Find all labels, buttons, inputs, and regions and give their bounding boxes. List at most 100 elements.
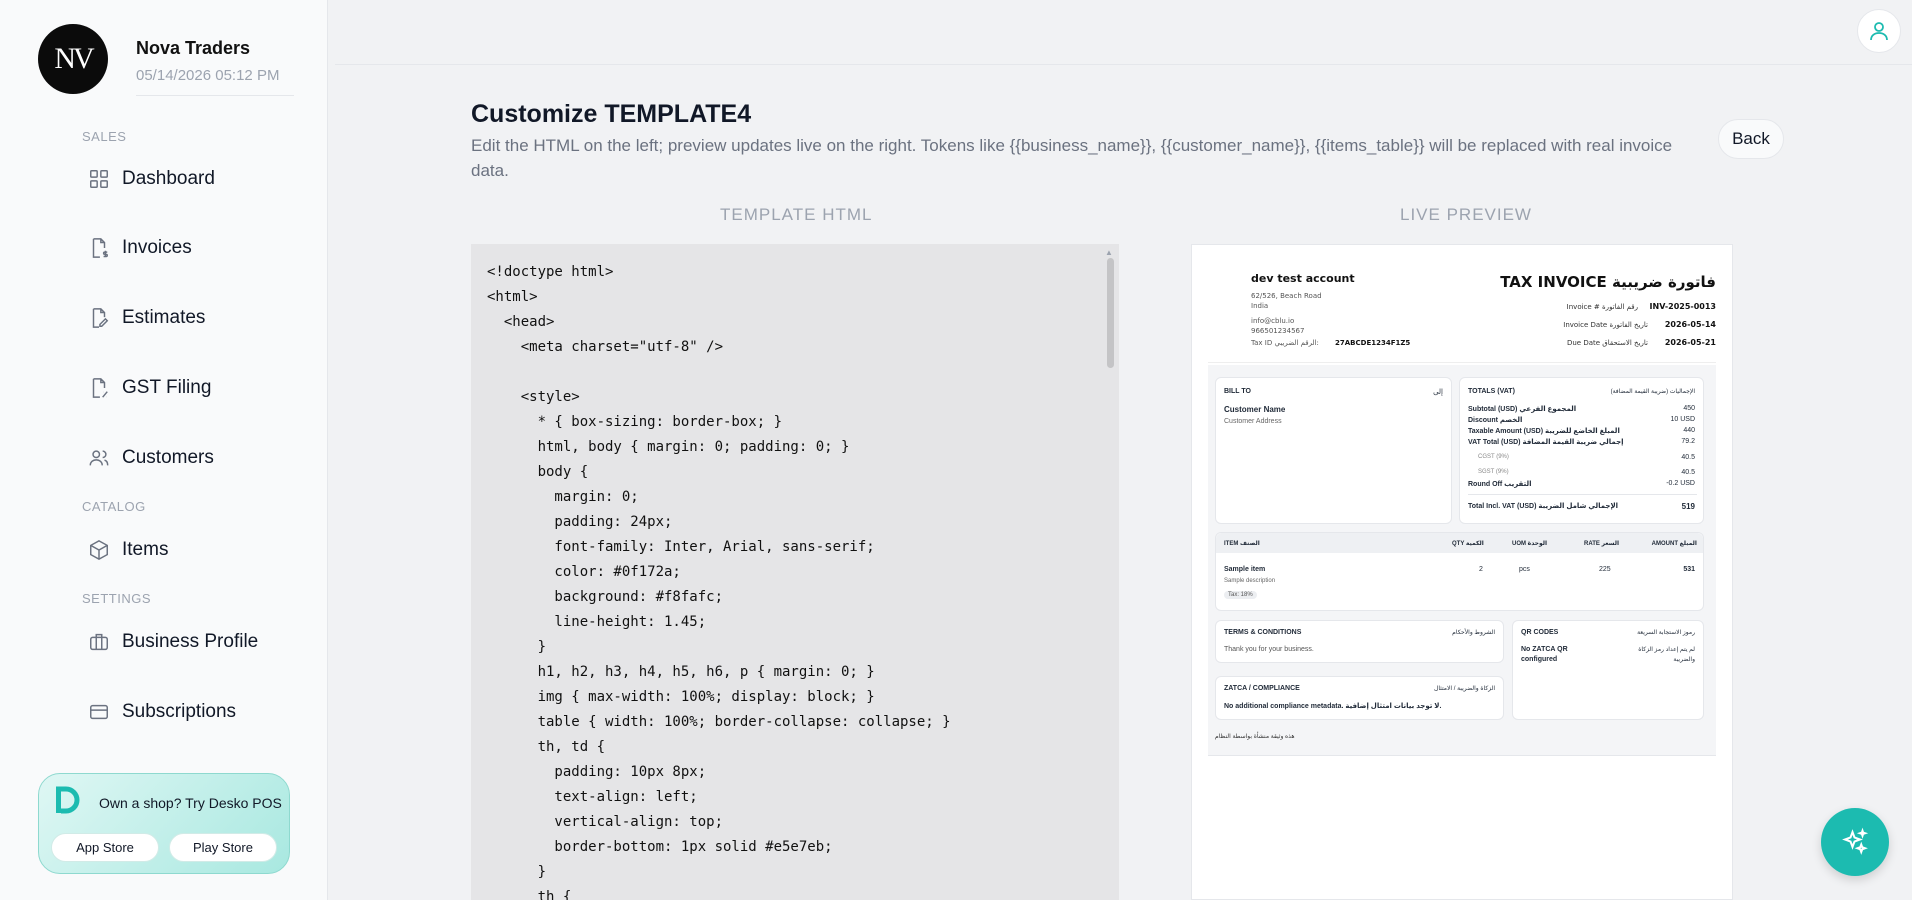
business-logo: NV [38,24,108,94]
zatca-heading-ar: الزكاة والضريبة / الامتثال [1433,686,1495,692]
invoice-body: BILL TO إلى Customer Name Customer Addre… [1208,365,1716,755]
zatca-card: ZATCA / COMPLIANCE الزكاة والضريبة / الا… [1215,676,1504,720]
bill-to-card: BILL TO إلى Customer Name Customer Addre… [1215,377,1452,524]
sidebar-item-gst-filing[interactable]: GST Filing [88,377,211,399]
totals-row-label: Round Off التقريب [1468,481,1532,488]
code-text[interactable]: <!doctype html> <html> <head> <meta char… [487,260,951,900]
sidebar-item-dashboard[interactable]: Dashboard [88,168,215,190]
box-icon [90,539,108,561]
item-qty: 2 [1479,566,1483,573]
totals-row-value: -0.2 USD [1666,480,1695,487]
col-qty: QTY الكمية [1452,541,1484,547]
ai-assistant-button[interactable] [1821,808,1889,876]
qr-text: No ZATCA QR configured [1521,646,1568,663]
divider [1468,494,1697,495]
business-datetime: 05/14/2026 05:12 PM [136,67,280,84]
invoice-address-line1: 62/526, Beach Road [1251,292,1322,300]
template-html-editor[interactable]: <!doctype html> <html> <head> <meta char… [471,244,1119,900]
totals-row-value: 440 [1683,427,1695,434]
item-amount: 531 [1683,566,1695,573]
section-settings: SETTINGS [82,591,152,606]
divider [1208,755,1716,756]
invoice-date-label: Invoice Date تاريخ الفاتورة [1563,321,1648,329]
invoice-header: dev test account 62/526, Beach Road Indi… [1208,257,1716,363]
sparkles-icon [1842,827,1869,855]
play-store-button[interactable]: Play Store [169,833,277,862]
top-bar [335,0,1912,65]
invoice-tax-id: 27ABCDE1234F1Z5 [1335,339,1411,347]
editor-scrollbar[interactable] [1107,258,1114,368]
invoice-business-name: dev test account [1251,272,1355,285]
invoice-date: 2026-05-14 [1664,320,1716,329]
qr-text-ar: لم يتم إعداد رمز الزكاة والضريبة [1638,647,1695,663]
bill-to-heading-ar: إلى [1433,389,1443,396]
back-button[interactable]: Back [1718,119,1784,159]
totals-row-label: Discount الخصم [1468,417,1523,424]
invoice-title: TAX INVOICE فاتورة ضريبية [1500,273,1716,291]
totals-row-label: CGST (9%) [1478,454,1509,460]
totals-row-label: VAT Total (USD) إجمالي ضريبة القيمة المض… [1468,439,1624,446]
col-rate: RATE السعر [1584,541,1620,547]
sidebar-item-business-profile[interactable]: Business Profile [88,631,258,653]
totals-row-value: 450 [1683,405,1695,412]
grid-icon [90,170,108,188]
app-store-button[interactable]: App Store [51,833,159,862]
sidebar-item-subscriptions[interactable]: Subscriptions [88,701,236,723]
totals-row-value: 40.5 [1681,469,1695,476]
sidebar-item-label: Items [122,539,169,560]
promo-text: Own a shop? Try Desko POS [99,795,282,811]
section-catalog: CATALOG [82,499,146,514]
customer-address: Customer Address [1224,418,1282,425]
item-name: Sample item [1224,566,1266,573]
invoice-phone: 966501234567 [1251,327,1305,335]
users-icon [89,450,109,466]
grand-total-value: 519 [1681,502,1695,511]
briefcase-icon [90,633,108,651]
col-item: ITEM الصنف [1224,541,1260,547]
terms-heading: TERMS & CONDITIONS [1224,629,1302,636]
editor-heading: TEMPLATE HTML [720,205,873,224]
sidebar: NV Nova Traders 05/14/2026 05:12 PM SALE… [0,0,328,900]
business-name: Nova Traders [136,38,251,58]
invoice-preview: dev test account 62/526, Beach Road Indi… [1208,257,1716,363]
customer-name: Customer Name [1224,405,1286,414]
invoice-address-line2: India [1251,302,1269,310]
credit-card-icon [90,704,108,720]
sidebar-item-label: Dashboard [122,168,215,189]
bill-to-heading: BILL TO [1224,388,1251,395]
invoice-dollar-icon [92,238,108,258]
sidebar-item-label: GST Filing [122,377,212,398]
live-preview-frame: dev test account 62/526, Beach Road Indi… [1191,244,1733,900]
user-menu-button[interactable] [1857,9,1901,53]
zatca-heading: ZATCA / COMPLIANCE [1224,685,1300,692]
totals-card: TOTALS (VAT) الإجماليات (ضريبة القيمة ال… [1459,377,1704,524]
invoice-tax-id-label: Tax ID الرقم الضريبي: [1251,339,1319,347]
totals-row-value: 40.5 [1681,454,1695,461]
scroll-up-icon[interactable]: ▲ [1105,248,1113,257]
qr-heading-ar: رموز الاستجابة السريعة [1637,630,1695,636]
tax-percent-icon [92,378,108,398]
zatca-text: No additional compliance metadata. لا تو… [1224,703,1442,710]
promo-card: Own a shop? Try Desko POS App Store Play… [38,773,290,874]
sidebar-item-label: Customers [122,447,214,468]
due-date: 2026-05-21 [1664,338,1716,347]
terms-heading-ar: الشروط والأحكام [1452,630,1495,636]
items-table: ITEM الصنف QTY الكمية UOM الوحدة RATE ال… [1215,532,1704,611]
invoice-email: info@cblu.io [1251,317,1295,325]
sidebar-item-estimates[interactable]: Estimates [88,307,205,329]
grand-total-label: Total Incl. VAT (USD) الإجمالي شامل الضر… [1468,503,1619,510]
qr-card: QR CODES رموز الاستجابة السريعة No ZATCA… [1512,620,1704,720]
sidebar-item-invoices[interactable]: Invoices [88,237,192,259]
desko-logo-icon [56,786,80,814]
totals-row-label: SGST (9%) [1478,469,1509,475]
invoice-footer: هذه وثيقة منشأة بواسطة النظام [1215,734,1295,740]
sidebar-item-customers[interactable]: Customers [88,447,214,469]
page-description: Edit the HTML on the left; preview updat… [471,136,1673,180]
sidebar-item-label: Estimates [122,307,206,328]
item-rate: 225 [1599,566,1611,573]
due-date-label: Due Date تاريخ الاستحقاق [1566,339,1648,347]
totals-row-label: Taxable Amount (USD) المبلغ الخاضع للضري… [1468,428,1620,435]
totals-heading-ar: الإجماليات (ضريبة القيمة المضافة) [1610,389,1695,395]
sidebar-item-items[interactable]: Items [88,539,168,561]
invoice-number-label: Invoice # رقم الفاتورة [1566,303,1638,311]
